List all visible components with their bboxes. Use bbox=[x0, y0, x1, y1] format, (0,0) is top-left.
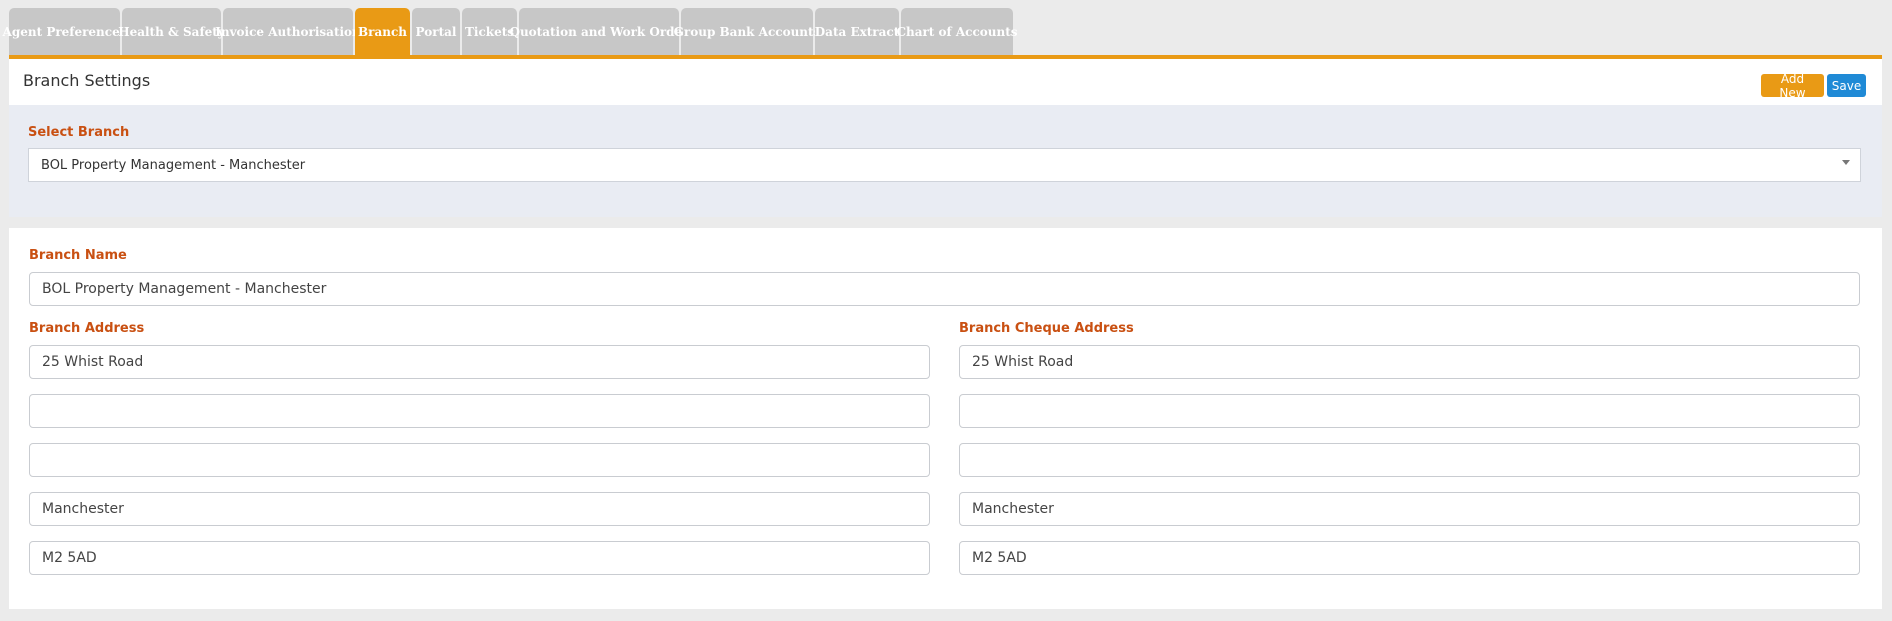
save-button[interactable]: Save bbox=[1827, 74, 1866, 97]
page-title: Branch Settings bbox=[23, 71, 151, 90]
tab-invoice-authorisation[interactable]: Invoice Authorisation bbox=[215, 8, 361, 56]
add-new-button[interactable]: Add New bbox=[1761, 72, 1824, 100]
tab-branch[interactable]: Branch bbox=[355, 8, 410, 56]
branch-name-input[interactable] bbox=[29, 272, 1860, 306]
chevron-down-icon bbox=[1842, 160, 1850, 165]
tab-group-bank-accounts[interactable]: Group Bank Accounts bbox=[674, 8, 820, 56]
branch-address-postcode[interactable] bbox=[29, 541, 930, 575]
select-branch-section: Select Branch BOL Property Management - … bbox=[9, 105, 1882, 217]
branch-address-line-1[interactable] bbox=[29, 345, 930, 379]
tab-data-extract[interactable]: Data Extract bbox=[815, 8, 899, 56]
panel-header: Branch Settings Add New Save bbox=[9, 59, 1882, 105]
cheque-address-line-1[interactable] bbox=[959, 345, 1860, 379]
cheque-address-postcode[interactable] bbox=[959, 541, 1860, 575]
branch-name-label: Branch Name bbox=[29, 248, 127, 263]
cheque-address-city[interactable] bbox=[959, 492, 1860, 526]
tab-chart-of-accounts[interactable]: Chart of Accounts bbox=[896, 8, 1018, 56]
tab-agent-preferences[interactable]: Agent Preferences bbox=[3, 8, 126, 56]
cheque-address-line-3[interactable] bbox=[959, 443, 1860, 477]
branch-address-line-2[interactable] bbox=[29, 394, 930, 428]
branch-select[interactable]: BOL Property Management - Manchester bbox=[28, 148, 1861, 182]
cheque-address-line-2[interactable] bbox=[959, 394, 1860, 428]
branch-select-value: BOL Property Management - Manchester bbox=[41, 157, 306, 173]
tab-health-safety[interactable]: Health & Safety bbox=[118, 8, 225, 56]
tab-quotation-work-order[interactable]: Quotation and Work Order bbox=[510, 8, 689, 56]
branch-address-label: Branch Address bbox=[29, 321, 145, 336]
tab-portal[interactable]: Portal bbox=[412, 8, 460, 56]
branch-address-line-3[interactable] bbox=[29, 443, 930, 477]
branch-form: Branch Name Branch Address Branch Cheque… bbox=[9, 228, 1882, 609]
branch-address-city[interactable] bbox=[29, 492, 930, 526]
settings-tabs: Agent Preferences Health & Safety Invoic… bbox=[3, 8, 1018, 56]
select-branch-label: Select Branch bbox=[28, 125, 130, 140]
cheque-address-label: Branch Cheque Address bbox=[959, 321, 1134, 336]
